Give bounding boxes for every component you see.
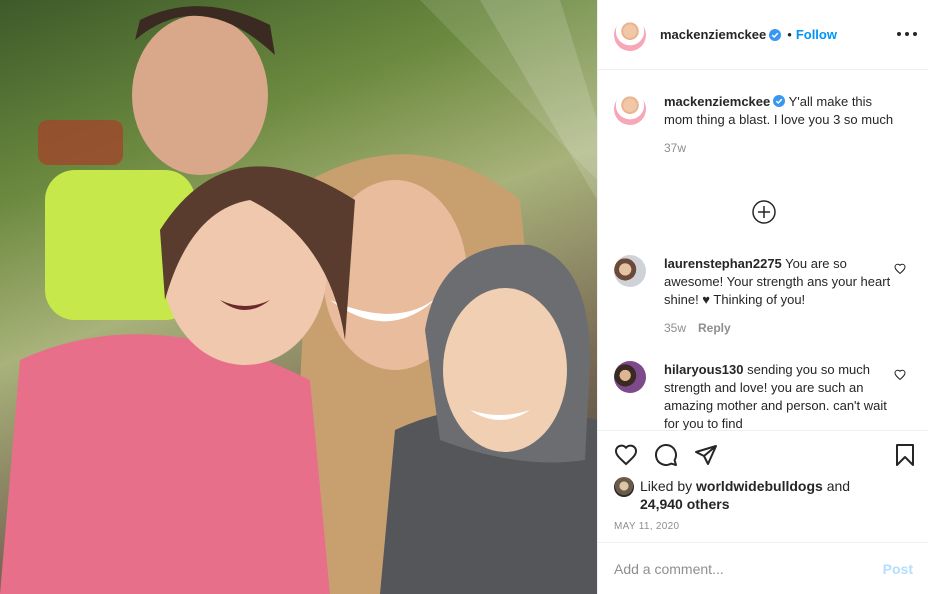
likes-count[interactable]: 24,940 others bbox=[640, 496, 730, 512]
liker-username[interactable]: worldwidebulldogs bbox=[696, 478, 823, 494]
photo-illustration bbox=[0, 0, 597, 594]
verified-badge-icon bbox=[773, 95, 786, 107]
post-date[interactable]: MAY 11, 2020 bbox=[614, 521, 679, 532]
author-username[interactable]: mackenziemckee bbox=[660, 27, 766, 42]
caption-time[interactable]: 37w bbox=[664, 141, 686, 155]
caption: mackenziemckee Y'all make this mom thing… bbox=[614, 93, 914, 157]
post-side-panel: mackenziemckee • Follow mackenziemckee Y… bbox=[597, 0, 928, 594]
comment-input[interactable] bbox=[614, 560, 883, 577]
separator-dot: • bbox=[787, 27, 792, 42]
comment-time[interactable]: 35w bbox=[664, 321, 686, 335]
comment-bubble-icon[interactable] bbox=[654, 443, 678, 467]
add-comment-bar: Post bbox=[598, 542, 928, 594]
author-avatar[interactable] bbox=[614, 18, 646, 51]
author-line: mackenziemckee • Follow bbox=[660, 27, 837, 42]
liked-by-and: and bbox=[826, 478, 851, 494]
paper-plane-icon[interactable] bbox=[694, 443, 718, 467]
comment-item: hilaryous130 sending you so much strengt… bbox=[614, 361, 914, 430]
comment-username[interactable]: hilaryous130 bbox=[664, 362, 744, 377]
commenter-avatar[interactable] bbox=[614, 255, 646, 287]
caption-avatar[interactable] bbox=[614, 93, 646, 125]
comment-heart-icon[interactable] bbox=[894, 369, 906, 381]
comments-section[interactable]: mackenziemckee Y'all make this mom thing… bbox=[598, 71, 928, 430]
post-actions: Liked by worldwidebulldogs and 24,940 ot… bbox=[598, 430, 928, 542]
verified-badge-icon bbox=[769, 28, 782, 41]
liker-avatar[interactable] bbox=[614, 477, 634, 497]
comment-heart-icon[interactable] bbox=[894, 263, 906, 275]
bookmark-icon[interactable] bbox=[893, 443, 917, 467]
liked-by-prefix: Liked by bbox=[640, 478, 693, 494]
post-photo[interactable] bbox=[0, 0, 597, 594]
caption-username[interactable]: mackenziemckee bbox=[664, 94, 770, 109]
post-header: mackenziemckee • Follow bbox=[598, 0, 928, 70]
follow-button[interactable]: Follow bbox=[796, 27, 837, 42]
commenter-avatar[interactable] bbox=[614, 361, 646, 393]
comment-item: laurenstephan2275 You are so awesome! Yo… bbox=[614, 255, 914, 337]
plus-circle-icon[interactable] bbox=[752, 200, 776, 224]
more-options-icon[interactable] bbox=[897, 26, 917, 42]
heart-icon[interactable] bbox=[614, 443, 638, 467]
comment-username[interactable]: laurenstephan2275 bbox=[664, 256, 782, 271]
likes-summary: Liked by worldwidebulldogs and 24,940 ot… bbox=[614, 477, 890, 513]
post-comment-button[interactable]: Post bbox=[883, 561, 913, 577]
reply-button[interactable]: Reply bbox=[698, 321, 731, 335]
